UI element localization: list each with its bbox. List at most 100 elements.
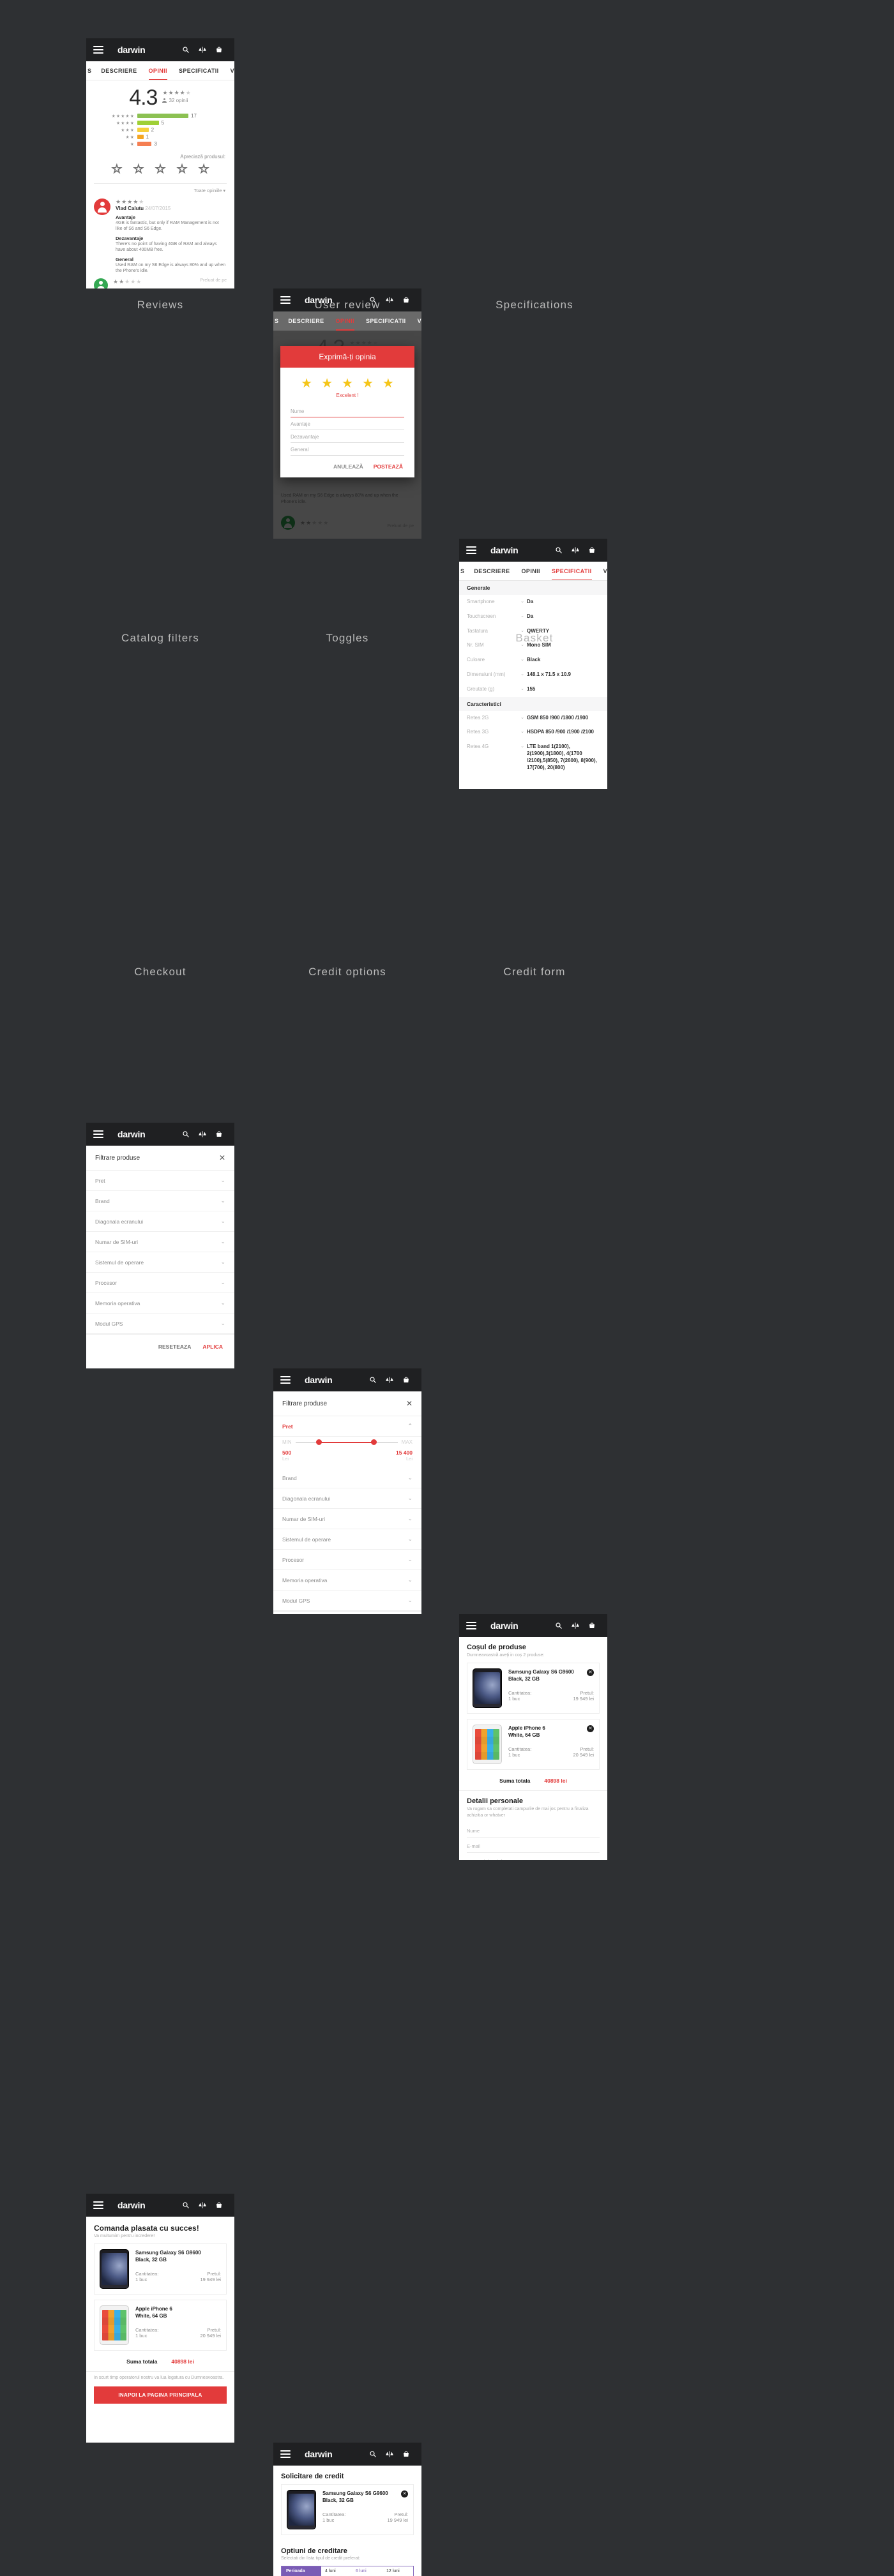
chevron-down-icon[interactable]: ⌄ xyxy=(518,715,527,720)
tab-descriere[interactable]: DESCRIERE xyxy=(95,61,142,80)
credit-column-3[interactable]: 12 luni0%0 lei1580 lei19 949 lei xyxy=(383,2566,413,2576)
compare-icon[interactable] xyxy=(194,46,211,54)
tab-descriere[interactable]: DESCRIERE xyxy=(282,311,330,331)
modal-star-3[interactable]: ★ xyxy=(342,375,353,391)
spec-row[interactable]: Touchscreen⌄Da xyxy=(459,610,607,624)
apply-button[interactable]: APLICA xyxy=(202,1344,223,1350)
search-icon[interactable] xyxy=(550,1622,567,1629)
menu-icon[interactable] xyxy=(280,1376,291,1384)
back-home-button[interactable]: INAPOI LA PAGINA PRINCIPALA xyxy=(94,2386,227,2404)
search-icon[interactable] xyxy=(178,2201,194,2209)
nume-field[interactable]: Nume xyxy=(291,405,404,417)
submit-button[interactable]: POSTEAZĂ xyxy=(374,463,403,470)
all-opinions-dropdown[interactable]: Toate opiniile ▾ xyxy=(86,184,234,196)
filter-row-diagonala-ecranului[interactable]: Diagonala ecranului⌄ xyxy=(86,1211,234,1232)
menu-icon[interactable] xyxy=(93,2201,103,2209)
tab-opinii[interactable]: OPINII xyxy=(516,562,546,581)
chevron-down-icon[interactable]: ⌄ xyxy=(518,613,527,618)
remove-product-icon[interactable]: ✕ xyxy=(401,2490,408,2497)
basket-icon[interactable] xyxy=(211,1130,227,1138)
cancel-button[interactable]: ANULEAZĂ xyxy=(333,463,363,470)
filter-row-numar-de-sim-uri[interactable]: Numar de SIM-uri⌄ xyxy=(86,1232,234,1252)
tab-cut[interactable]: S xyxy=(275,311,282,331)
brand-logo[interactable]: darwin xyxy=(305,1375,332,1385)
compare-icon[interactable] xyxy=(567,1622,584,1629)
filter-row-memoria-operativa[interactable]: Memoria operativa⌄ xyxy=(273,1570,421,1591)
brand-logo[interactable]: darwin xyxy=(117,2200,145,2210)
general-field[interactable]: General xyxy=(291,443,404,456)
filter-row-brand[interactable]: Brand⌄ xyxy=(273,1468,421,1488)
close-icon[interactable]: ✕ xyxy=(219,1154,225,1162)
menu-icon[interactable] xyxy=(93,46,103,54)
spec-row[interactable]: Culoare⌄Black xyxy=(459,653,607,668)
filter-row-pret[interactable]: Pret ⌃ xyxy=(273,1416,421,1437)
filter-row-procesor[interactable]: Procesor⌄ xyxy=(273,1550,421,1570)
tab-cut[interactable]: S xyxy=(460,562,468,581)
price-slider[interactable]: MIN MAX 500Lei 15 400Lei xyxy=(273,1437,421,1468)
search-icon[interactable] xyxy=(550,546,567,554)
compare-icon[interactable] xyxy=(381,2450,398,2458)
brand-logo[interactable]: darwin xyxy=(117,45,145,55)
filter-row-diagonala-ecranului[interactable]: Diagonala ecranului⌄ xyxy=(273,1488,421,1509)
tab-specificatii[interactable]: SPECIFICATII xyxy=(173,61,225,80)
modal-star-rating[interactable]: ★ ★ ★ ★ ★ xyxy=(280,368,414,393)
email-field[interactable]: E-mail xyxy=(467,1838,600,1853)
tab-specificatii[interactable]: SPECIFICATII xyxy=(360,311,412,331)
filter-row-modul-gps[interactable]: Modul GPS⌄ xyxy=(273,1591,421,1611)
basket-icon[interactable] xyxy=(584,1622,600,1629)
slider-knob-min[interactable] xyxy=(316,1439,322,1445)
modal-star-1[interactable]: ★ xyxy=(301,375,312,391)
rate-star-1[interactable]: ☆ xyxy=(111,162,122,177)
chevron-down-icon[interactable]: ⌄ xyxy=(518,657,527,662)
product-tabs[interactable]: S DESCRIERE OPINII SPECIFICATII VIDEO xyxy=(86,61,234,80)
avantaje-field[interactable]: Avantaje xyxy=(291,417,404,430)
tab-opinii[interactable]: OPINII xyxy=(143,61,173,80)
tab-video[interactable]: VIDEO xyxy=(412,311,421,331)
compare-icon[interactable] xyxy=(381,1376,398,1384)
slider-knob-max[interactable] xyxy=(371,1439,377,1445)
chevron-down-icon[interactable]: ⌄ xyxy=(518,744,527,749)
modal-star-5[interactable]: ★ xyxy=(383,375,394,391)
rate-stars[interactable]: ☆☆☆☆☆ xyxy=(86,160,234,183)
modal-star-2[interactable]: ★ xyxy=(321,375,333,391)
filter-row-memoria-operativa[interactable]: Memoria operativa⌄ xyxy=(86,1293,234,1314)
chevron-down-icon[interactable]: ⌄ xyxy=(518,671,527,677)
search-icon[interactable] xyxy=(178,1130,194,1138)
telefon-field[interactable]: Numarul de telefon xyxy=(467,1853,600,1860)
spec-row[interactable]: Retea 2G⌄GSM 850 /900 /1800 /1900 xyxy=(459,711,607,726)
spec-row[interactable]: Greutate (g)⌄155 xyxy=(459,682,607,697)
spec-row[interactable]: Retea 4G⌄LTE band 1(2100), 2(1900),3(180… xyxy=(459,740,607,775)
filter-row-procesor[interactable]: Procesor⌄ xyxy=(86,1273,234,1293)
product-tabs[interactable]: S DESCRIERE OPINII SPECIFICATII VIDEO xyxy=(459,562,607,581)
basket-icon[interactable] xyxy=(211,46,227,54)
chevron-down-icon[interactable]: ⌄ xyxy=(518,729,527,734)
rate-star-2[interactable]: ☆ xyxy=(133,162,144,177)
menu-icon[interactable] xyxy=(280,2450,291,2458)
chevron-down-icon[interactable]: ⌄ xyxy=(518,686,527,691)
filter-row-brand[interactable]: Brand⌄ xyxy=(86,1191,234,1211)
modal-star-4[interactable]: ★ xyxy=(362,375,374,391)
menu-icon[interactable] xyxy=(466,1622,476,1629)
credit-column-1[interactable]: 4 luni0%7000 lei1580 lei19 949 lei xyxy=(321,2566,352,2576)
tab-video[interactable]: VIDEO xyxy=(225,61,234,80)
compare-icon[interactable] xyxy=(567,546,584,554)
reset-button[interactable]: RESETEAZA xyxy=(158,1344,191,1350)
tab-video[interactable]: VIDEO xyxy=(598,562,607,581)
basket-icon[interactable] xyxy=(398,1376,414,1384)
tab-opinii[interactable]: OPINII xyxy=(330,311,360,331)
tab-cut[interactable]: S xyxy=(87,61,95,80)
chevron-down-icon[interactable]: ⌄ xyxy=(518,599,527,604)
basket-icon[interactable] xyxy=(398,2450,414,2458)
brand-logo[interactable]: darwin xyxy=(490,1621,518,1631)
basket-icon[interactable] xyxy=(211,2201,227,2209)
spec-row[interactable]: Smartphone⌄Da xyxy=(459,595,607,610)
remove-product-icon[interactable]: ✕ xyxy=(587,1669,594,1676)
dezavantaje-field[interactable]: Dezavantaje xyxy=(291,430,404,443)
brand-logo[interactable]: darwin xyxy=(117,1129,145,1139)
filter-row-sistemul-de-operare[interactable]: Sistemul de operare⌄ xyxy=(273,1529,421,1550)
filter-row-sistemul-de-operare[interactable]: Sistemul de operare⌄ xyxy=(86,1252,234,1273)
basket-icon[interactable] xyxy=(584,546,600,554)
nume-field[interactable]: Nume xyxy=(467,1822,600,1838)
compare-icon[interactable] xyxy=(194,2201,211,2209)
tab-descriere[interactable]: DESCRIERE xyxy=(468,562,515,581)
